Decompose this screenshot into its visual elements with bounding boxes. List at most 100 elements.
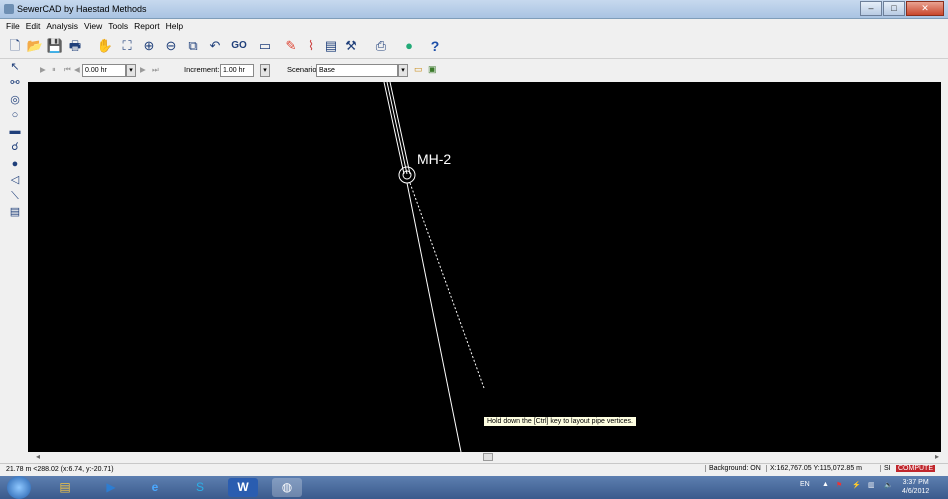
zoom-window-icon[interactable]: ⧉ bbox=[184, 37, 202, 55]
tray-language[interactable]: EN bbox=[800, 481, 810, 488]
menu-help[interactable]: Help bbox=[166, 19, 187, 33]
sewercad-taskbar-icon[interactable]: ◍ bbox=[272, 478, 302, 497]
pan-icon[interactable]: ✋ bbox=[96, 37, 114, 55]
scenario-folder-icon[interactable]: ▭ bbox=[414, 64, 423, 75]
horizontal-scrollbar[interactable]: ◂ ▸ bbox=[28, 452, 941, 462]
graph-icon[interactable]: ▤ bbox=[322, 37, 340, 55]
go-button[interactable]: GO bbox=[230, 37, 248, 55]
increment-field[interactable]: 1.00 hr bbox=[220, 64, 254, 77]
layout-toolbar: ↖ ⚯ ◎ ○ ▬ ☌ ● ◁ ⟍ ▤ bbox=[0, 60, 28, 450]
menu-analysis[interactable]: Analysis bbox=[46, 19, 82, 33]
scenario-label: Scenario: bbox=[287, 65, 319, 74]
zoom-previous-icon[interactable]: ↶ bbox=[206, 37, 224, 55]
open-icon[interactable]: 📂 bbox=[26, 37, 44, 55]
layout-tooltip: Hold down the [Ctrl] key to layout pipe … bbox=[483, 416, 637, 427]
time-dropdown[interactable]: ▾ bbox=[126, 64, 136, 77]
drawing-canvas[interactable]: MH-2 Hold down the [Ctrl] key to layout … bbox=[28, 82, 941, 452]
minimize-button[interactable]: – bbox=[860, 1, 882, 16]
scroll-right-icon[interactable]: ▸ bbox=[935, 452, 939, 461]
maximize-button[interactable]: □ bbox=[883, 1, 905, 16]
media-player-icon[interactable]: ▶ bbox=[96, 478, 126, 497]
rewind-start-icon[interactable]: ⏮ bbox=[64, 65, 71, 75]
status-measure: 21.78 m <288.02 (x:6.74, y:-20.71) bbox=[6, 466, 114, 473]
annotation-icon[interactable]: ▤ bbox=[8, 205, 22, 219]
menu-edit[interactable]: Edit bbox=[26, 19, 45, 33]
zoom-out-icon[interactable]: ⊖ bbox=[162, 37, 180, 55]
status-units: SI bbox=[880, 465, 891, 472]
print-icon[interactable]: 🖶 bbox=[66, 37, 84, 55]
pipe-line-2[interactable] bbox=[386, 82, 408, 175]
time-field[interactable]: 0.00 hr bbox=[82, 64, 126, 77]
tray-network-icon[interactable]: ▥ bbox=[868, 481, 875, 489]
junction-icon[interactable]: ○ bbox=[8, 108, 22, 122]
status-bar: 21.78 m <288.02 (x:6.74, y:-20.71) Backg… bbox=[0, 463, 948, 475]
close-button[interactable]: ✕ bbox=[906, 1, 944, 16]
clock-time: 3:37 PM bbox=[902, 479, 929, 486]
compute-badge[interactable]: COMPUTE bbox=[896, 465, 935, 472]
tray-power-icon[interactable]: ⚡ bbox=[852, 481, 861, 489]
zoom-extents-icon[interactable]: ⛶ bbox=[118, 37, 136, 55]
pipe-layout-icon[interactable]: ⚯ bbox=[8, 76, 22, 90]
app-icon bbox=[4, 4, 14, 14]
skype-icon[interactable]: S bbox=[185, 478, 215, 497]
explorer-icon[interactable]: ▤ bbox=[50, 478, 80, 497]
clock-date: 4/6/2012 bbox=[902, 488, 930, 495]
tray-expand-icon[interactable]: ▲ bbox=[822, 481, 829, 488]
word-icon[interactable]: W bbox=[228, 478, 258, 497]
play-icon[interactable]: ▶ bbox=[40, 65, 46, 74]
status-coordinates: X:162,767.05 Y:115,072.85 m bbox=[766, 465, 862, 472]
internet-explorer-icon[interactable]: e bbox=[140, 478, 170, 497]
status-background: Background: ON bbox=[705, 465, 761, 472]
step-forward-icon[interactable]: ▶ bbox=[140, 65, 146, 74]
tray-flag-icon[interactable]: ⚑ bbox=[836, 481, 842, 489]
new-icon[interactable]: 🗋 bbox=[6, 37, 24, 55]
manhole-icon[interactable]: ◎ bbox=[8, 93, 22, 107]
start-button[interactable] bbox=[7, 476, 31, 499]
menu-bar: File Edit Analysis View Tools Report Hel… bbox=[0, 19, 948, 33]
menu-file[interactable]: File bbox=[6, 19, 24, 33]
scroll-thumb[interactable] bbox=[483, 453, 493, 461]
title-bar: SewerCAD by Haestad Methods – □ ✕ bbox=[0, 0, 948, 19]
step-back-icon[interactable]: ◀ bbox=[74, 65, 80, 74]
pipe-line-3[interactable] bbox=[389, 82, 411, 175]
manhole-label: MH-2 bbox=[417, 151, 452, 167]
pump-icon[interactable]: ☌ bbox=[8, 140, 22, 154]
taskbar-clock[interactable]: 3:37 PM 4/6/2012 bbox=[902, 478, 929, 496]
window-controls: – □ ✕ bbox=[860, 1, 944, 16]
rectangle-icon[interactable]: ▭ bbox=[256, 37, 274, 55]
node-icon[interactable]: ● bbox=[8, 157, 22, 171]
wet-well-icon[interactable]: ▬ bbox=[8, 124, 22, 138]
select-arrow-icon[interactable]: ↖ bbox=[8, 60, 22, 74]
vertical-scrollbar[interactable] bbox=[941, 82, 948, 452]
color-coding-icon[interactable]: ✎ bbox=[282, 37, 300, 55]
increment-dropdown[interactable]: ▾ bbox=[260, 64, 270, 77]
scenario-manager-icon[interactable]: ▣ bbox=[428, 64, 437, 75]
menu-view[interactable]: View bbox=[84, 19, 106, 33]
help-button[interactable]: ? bbox=[426, 37, 444, 55]
pause-icon[interactable]: ⏸ bbox=[52, 65, 56, 75]
menu-report[interactable]: Report bbox=[134, 19, 164, 33]
gravity-pipe-icon[interactable]: ⟍ bbox=[8, 189, 22, 203]
scenario-dropdown[interactable]: ▾ bbox=[398, 64, 408, 77]
outlet-icon[interactable]: ◁ bbox=[8, 173, 22, 187]
downstream-pipe[interactable] bbox=[406, 182, 462, 452]
menu-tools[interactable]: Tools bbox=[108, 19, 132, 33]
manhole-mh-2[interactable] bbox=[398, 166, 416, 184]
windows-taskbar: ▤ ▶ e S W ◍ EN ▲ ⚑ ⚡ ▥ 🔈 3:37 PM 4/6/201… bbox=[0, 476, 948, 499]
fast-forward-end-icon[interactable]: ⏭ bbox=[152, 65, 159, 75]
main-toolbar: 🗋 📂 💾 🖶 ✋ ⛶ ⊕ ⊖ ⧉ ↶ GO ▭ ✎ ⌇ ▤ ⚒ ⎙ ● ? bbox=[0, 33, 948, 59]
scroll-left-icon[interactable]: ◂ bbox=[36, 452, 40, 461]
tray-volume-icon[interactable]: 🔈 bbox=[884, 481, 893, 489]
globe-icon[interactable]: ● bbox=[400, 37, 418, 55]
increment-label: Increment: bbox=[184, 65, 220, 74]
zoom-in-icon[interactable]: ⊕ bbox=[140, 37, 158, 55]
network-drawing bbox=[383, 82, 485, 452]
scenario-select[interactable]: Base bbox=[316, 64, 398, 77]
save-icon[interactable]: 💾 bbox=[46, 37, 64, 55]
report-icon[interactable]: ⎙ bbox=[372, 37, 390, 55]
pipe-icon[interactable]: ⚒ bbox=[342, 37, 360, 55]
pipe-line-1[interactable] bbox=[383, 82, 405, 175]
profile-icon[interactable]: ⌇ bbox=[302, 37, 320, 55]
rubberband-pipe bbox=[409, 182, 485, 389]
sewercad-window: SewerCAD by Haestad Methods – □ ✕ File E… bbox=[0, 0, 948, 499]
